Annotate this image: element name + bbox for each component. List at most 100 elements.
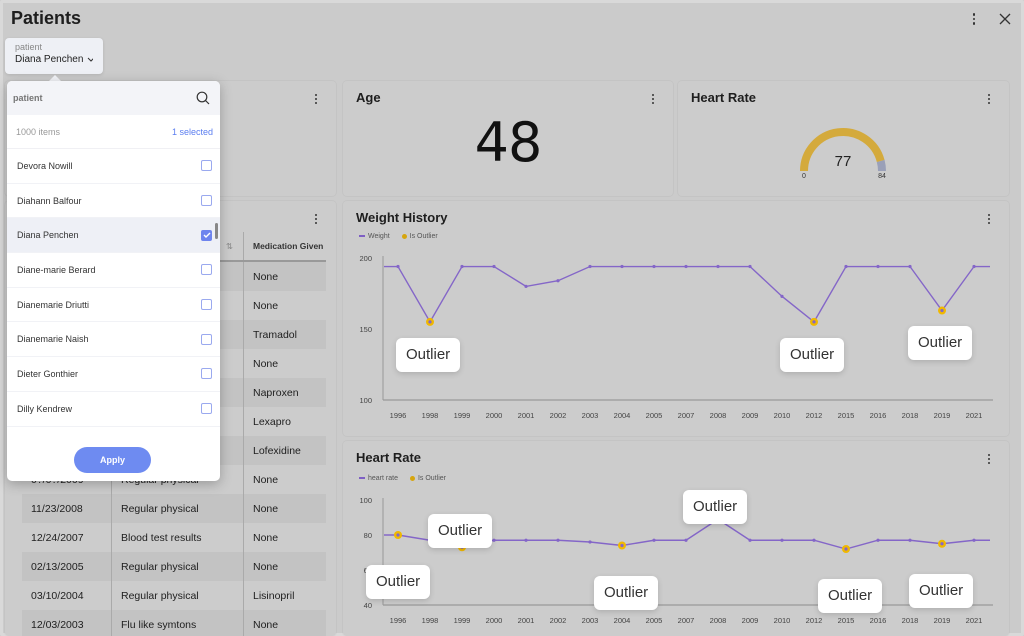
patient-checkbox[interactable] bbox=[201, 195, 212, 207]
patient-list-item[interactable]: Dianemarie Driutti bbox=[7, 288, 220, 323]
patient-name: Dianemarie Driutti bbox=[17, 299, 90, 310]
patient-checkbox[interactable] bbox=[201, 160, 212, 172]
more-options-icon[interactable] bbox=[968, 10, 980, 28]
patient-checkbox[interactable] bbox=[201, 403, 212, 415]
data-point bbox=[460, 264, 464, 269]
table-row[interactable]: 03/10/2004 Regular physical Lisinopril bbox=[22, 581, 326, 610]
patient-name: Dianemarie Naish bbox=[17, 334, 89, 345]
cell-medication: None bbox=[253, 560, 279, 573]
y-tick-label: 150 bbox=[359, 325, 372, 334]
patient-list-item[interactable]: Dilly Kendrew bbox=[7, 392, 220, 427]
x-tick-label: 2005 bbox=[646, 411, 663, 420]
table-row[interactable]: 02/13/2005 Regular physical None bbox=[22, 552, 326, 581]
card-menu-icon[interactable] bbox=[985, 92, 993, 106]
patient-checkbox[interactable] bbox=[201, 264, 212, 276]
patient-checkbox[interactable] bbox=[201, 368, 212, 380]
patient-list-item[interactable]: Devora Nowill bbox=[7, 149, 220, 184]
y-tick-label: 40 bbox=[364, 601, 372, 610]
apply-button[interactable]: Apply bbox=[74, 447, 151, 473]
patient-list-item[interactable]: Diana Penchen bbox=[7, 218, 220, 254]
selected-count[interactable]: 1 selected bbox=[172, 127, 213, 137]
cell-medication: Naproxen bbox=[253, 386, 299, 399]
patient-checkbox[interactable] bbox=[201, 229, 212, 241]
cell-date: 02/13/2005 bbox=[22, 552, 112, 581]
patient-name: Diana Penchen bbox=[17, 230, 79, 241]
outlier-callout: Outlier bbox=[908, 325, 973, 360]
filter-label: patient bbox=[15, 42, 43, 52]
data-point bbox=[588, 540, 592, 544]
data-point bbox=[492, 538, 496, 542]
table-row[interactable]: 11/23/2008 Regular physical None bbox=[22, 494, 326, 523]
data-point bbox=[972, 264, 976, 269]
cell-reason: Blood test results bbox=[112, 523, 244, 552]
x-tick-label: 2016 bbox=[870, 411, 887, 420]
x-tick-label: 2015 bbox=[838, 411, 855, 420]
data-point bbox=[620, 264, 624, 269]
patient-list-item[interactable]: Dianemarie Naish bbox=[7, 322, 220, 358]
cell-medication: None bbox=[253, 473, 279, 486]
x-tick-label: 2009 bbox=[742, 411, 759, 420]
patient-checkbox[interactable] bbox=[201, 333, 212, 345]
card-menu-icon[interactable] bbox=[312, 212, 320, 226]
data-point bbox=[396, 533, 400, 537]
cell-medication: None bbox=[253, 502, 279, 515]
data-point bbox=[684, 264, 688, 269]
data-point bbox=[652, 538, 656, 542]
table-row[interactable]: 12/03/2003 Flu like symtons None bbox=[22, 610, 326, 636]
patient-select-popup: 1000 items 1 selected Devora Nowill Diaha… bbox=[7, 81, 220, 481]
gauge-max-label: 84 bbox=[878, 173, 886, 180]
heart-rate-card: Heart Rate 77 0 84 bbox=[678, 81, 1009, 196]
x-tick-label: 2000 bbox=[486, 616, 503, 625]
list-scrollbar[interactable] bbox=[215, 223, 218, 239]
x-tick-label: 2016 bbox=[870, 616, 887, 625]
x-tick-label: 2008 bbox=[710, 411, 727, 420]
x-tick-label: 2015 bbox=[838, 616, 855, 625]
patient-list[interactable]: Devora Nowill Diahann Balfour Diana Penche… bbox=[7, 149, 220, 429]
data-point bbox=[588, 264, 592, 269]
header-medication[interactable]: Medication Given bbox=[244, 241, 326, 251]
table-row[interactable]: 12/24/2007 Blood test results None bbox=[22, 523, 326, 552]
patient-list-item[interactable]: Dieter Gonthier bbox=[7, 357, 220, 392]
card-menu-icon[interactable] bbox=[312, 92, 320, 106]
x-tick-label: 2012 bbox=[806, 411, 823, 420]
data-point bbox=[908, 264, 912, 269]
y-tick-label: 200 bbox=[359, 254, 372, 263]
search-icon[interactable] bbox=[196, 91, 210, 105]
data-point bbox=[748, 264, 752, 269]
cell-medication: None bbox=[253, 299, 279, 312]
data-point bbox=[556, 538, 560, 542]
data-point bbox=[684, 538, 688, 542]
data-point bbox=[556, 279, 560, 283]
patient-list-item[interactable]: Diane-marie Berard bbox=[7, 253, 220, 288]
cell-reason: Regular physical bbox=[112, 581, 244, 610]
outlier-callout: Outlier bbox=[396, 337, 461, 372]
data-point bbox=[844, 264, 848, 269]
weight-chart: 100 150 200 1996 1998 1999 2000 2001 2002 2003 200… bbox=[359, 254, 993, 420]
x-tick-label: 1999 bbox=[454, 411, 471, 420]
patient-name: Devora Nowill bbox=[17, 160, 73, 171]
card-menu-icon[interactable] bbox=[649, 92, 657, 106]
outlier-callout: Outlier bbox=[818, 579, 883, 613]
patient-name: Dieter Gonthier bbox=[17, 368, 79, 379]
close-icon[interactable] bbox=[996, 10, 1014, 28]
patient-search-input[interactable] bbox=[13, 93, 163, 103]
patient-filter[interactable]: patient Diana Penchen bbox=[5, 38, 103, 74]
data-point bbox=[812, 320, 816, 324]
patient-checkbox[interactable] bbox=[201, 299, 212, 311]
x-tick-label: 2005 bbox=[646, 616, 663, 625]
x-tick-label: 2004 bbox=[614, 411, 631, 420]
patient-list-item[interactable]: Diahann Balfour bbox=[7, 184, 220, 219]
patient-name: Diane-marie Berard bbox=[17, 264, 96, 275]
y-tick-label: 100 bbox=[359, 396, 372, 405]
data-point bbox=[940, 308, 944, 313]
data-point bbox=[844, 547, 848, 551]
x-tick-label: 2021 bbox=[966, 411, 983, 420]
cell-reason: Regular physical bbox=[112, 552, 244, 581]
items-count: 1000 items bbox=[16, 126, 61, 137]
series-line bbox=[384, 265, 990, 324]
x-tick-label: 2019 bbox=[934, 616, 951, 625]
x-tick-label: 2003 bbox=[582, 411, 599, 420]
data-point bbox=[940, 542, 944, 546]
cell-medication: None bbox=[253, 531, 279, 544]
data-point bbox=[780, 294, 784, 298]
